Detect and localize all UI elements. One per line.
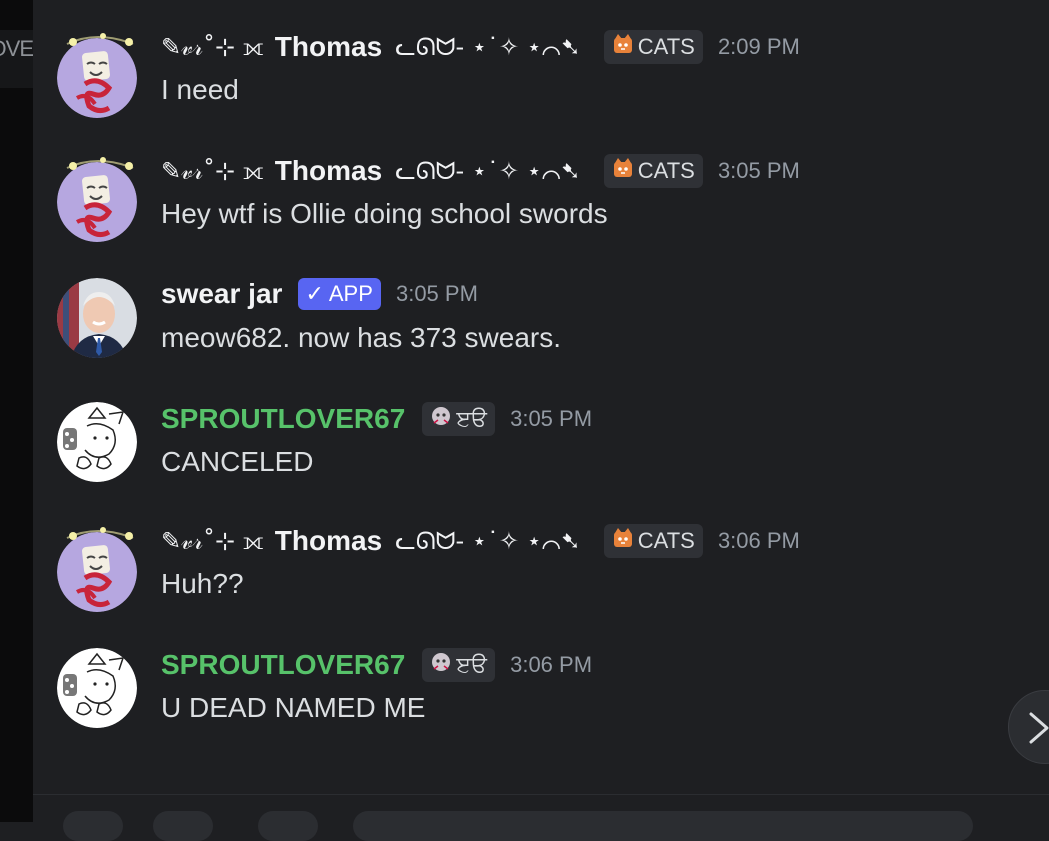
message-item[interactable]: swear jar ✓ APP 3:05 PM meow682. now has… <box>33 278 1049 388</box>
name-decoration-prefix: ✎𝓋𝓇˚⊹ ⟗ <box>161 33 264 61</box>
author-name[interactable]: swear jar <box>161 278 282 310</box>
timestamp[interactable]: 3:06 PM <box>510 652 592 678</box>
app-badge: ✓ APP <box>297 278 381 310</box>
message-item[interactable]: ✎𝓋𝓇˚⊹ ⟗ Thomas ᓚᘏᗢ- ⋆˙✧ ⋆⌒➷ CATS 2:09 PM… <box>33 30 1049 140</box>
timestamp[interactable]: 3:05 PM <box>718 158 800 184</box>
toolbar-button[interactable] <box>153 811 213 841</box>
timestamp[interactable]: 3:05 PM <box>510 406 592 432</box>
author-name[interactable]: SPROUTLOVER67 <box>161 403 405 435</box>
sidebar-partial-label: OVE <box>0 36 33 61</box>
server-tag[interactable]: ੲੳ <box>422 402 495 436</box>
toolbar-button[interactable] <box>63 811 123 841</box>
server-tag[interactable]: CATS <box>603 154 703 189</box>
name-decoration-prefix: ✎𝓋𝓇˚⊹ ⟗ <box>161 527 264 555</box>
server-sidebar-edge: OVE <box>0 0 33 822</box>
tag-label: CATS <box>637 158 695 183</box>
server-tag[interactable]: CATS <box>603 30 703 65</box>
composer-toolbar <box>33 795 1049 841</box>
name-decoration-prefix: ✎𝓋𝓇˚⊹ ⟗ <box>161 157 264 185</box>
message-text: meow682. now has 373 swears. <box>161 322 561 353</box>
timestamp[interactable]: 3:06 PM <box>718 528 800 554</box>
author-name[interactable]: Thomas <box>275 155 382 187</box>
creature-icon <box>430 403 452 437</box>
orange-cat-icon <box>612 525 634 559</box>
tag-label: CATS <box>637 528 695 553</box>
sketch-cat-avatar[interactable] <box>57 402 137 482</box>
author-name[interactable]: Thomas <box>275 31 382 63</box>
server-tag[interactable]: ੲੳ <box>422 648 495 682</box>
sketch-cat-avatar[interactable] <box>57 648 137 728</box>
name-decoration-suffix: ᓚᘏᗢ- ⋆˙✧ ⋆⌒➷ <box>395 157 581 185</box>
timestamp[interactable]: 3:05 PM <box>396 281 478 307</box>
message-list: ✎𝓋𝓇˚⊹ ⟗ Thomas ᓚᘏᗢ- ⋆˙✧ ⋆⌒➷ CATS 2:09 PM… <box>33 0 1049 822</box>
orange-cat-icon <box>612 155 634 189</box>
tag-label: CATS <box>637 34 695 59</box>
tag-label: ੲੳ <box>456 652 487 677</box>
sparkle-icon <box>66 33 134 46</box>
message-item[interactable]: ✎𝓋𝓇˚⊹ ⟗ Thomas ᓚᘏᗢ- ⋆˙✧ ⋆⌒➷ CATS 3:06 PM… <box>33 524 1049 634</box>
message-text: Hey wtf is Ollie doing school swords <box>161 198 608 229</box>
message-text: I need <box>161 74 239 105</box>
author-name[interactable]: Thomas <box>275 525 382 557</box>
sparkle-icon <box>66 527 134 540</box>
name-decoration-suffix: ᓚᘏᗢ- ⋆˙✧ ⋆⌒➷ <box>395 33 581 61</box>
timestamp[interactable]: 2:09 PM <box>718 34 800 60</box>
message-text: U DEAD NAMED ME <box>161 692 426 723</box>
portrait-avatar[interactable] <box>57 278 137 358</box>
tag-label: ੲੳ <box>456 406 487 431</box>
message-text: CANCELED <box>161 446 314 477</box>
message-text: Huh?? <box>161 568 244 599</box>
sidebar-channel-partial[interactable]: OVE <box>0 30 33 88</box>
message-item[interactable]: SPROUTLOVER67 ੲੳ 3:05 PM CANCELED <box>33 402 1049 512</box>
creature-icon <box>430 649 452 683</box>
sparkle-icon <box>66 157 134 170</box>
server-tag[interactable]: CATS <box>603 524 703 559</box>
author-name[interactable]: SPROUTLOVER67 <box>161 649 405 681</box>
name-decoration-suffix: ᓚᘏᗢ- ⋆˙✧ ⋆⌒➷ <box>395 527 581 555</box>
message-input[interactable] <box>353 811 973 841</box>
message-item[interactable]: ✎𝓋𝓇˚⊹ ⟗ Thomas ᓚᘏᗢ- ⋆˙✧ ⋆⌒➷ CATS 3:05 PM… <box>33 154 1049 264</box>
chevron-right-icon <box>1029 712 1049 744</box>
message-item[interactable]: SPROUTLOVER67 ੲੳ 3:06 PM U DEAD NAMED ME <box>33 648 1049 758</box>
orange-cat-icon <box>612 31 634 65</box>
toolbar-button[interactable] <box>258 811 318 841</box>
